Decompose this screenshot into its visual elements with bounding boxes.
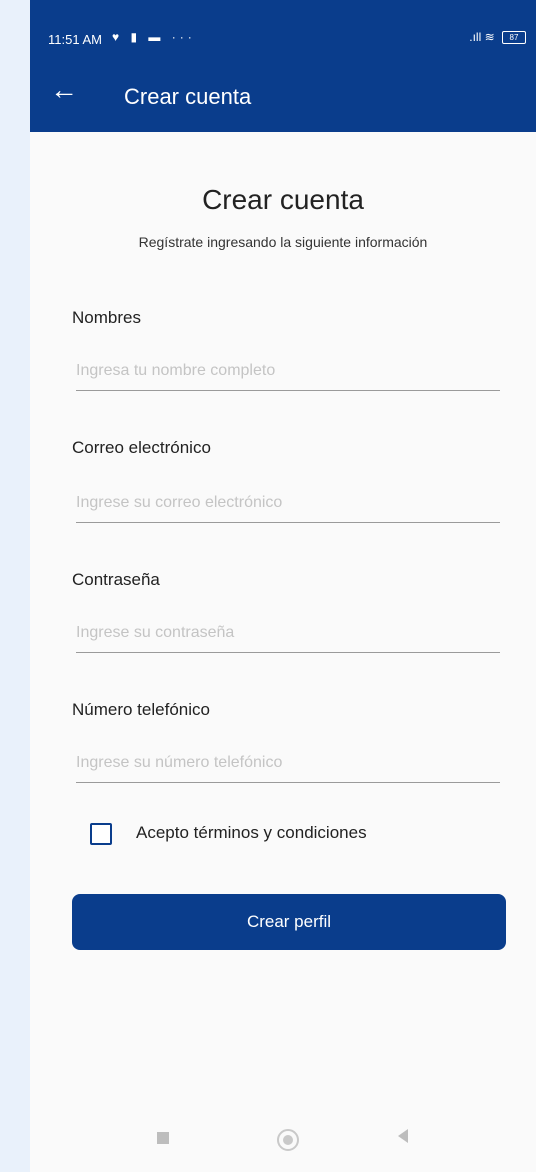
phone-label: Número telefónico (72, 700, 210, 719)
status-bar: 11:51 AM ♥ ▮ ▬ ··· .ıll ≋ 87 (30, 0, 536, 54)
notification-icons: ♥ ▮ ▬ ··· (112, 30, 196, 44)
create-profile-button[interactable]: Crear perfil (72, 894, 506, 950)
terms-row: Acepto términos y condiciones (90, 820, 510, 850)
name-label: Nombres (72, 308, 141, 327)
page-subtitle: Regístrate ingresando la siguiente infor… (138, 234, 428, 250)
password-input[interactable] (76, 618, 500, 653)
name-input[interactable] (76, 356, 500, 391)
email-input[interactable] (76, 488, 500, 523)
signal-icon: .ıll (469, 30, 482, 44)
terms-label[interactable]: Acepto términos y condiciones (136, 823, 367, 843)
status-time: 11:51 AM (48, 32, 102, 47)
phone-screen: 11:51 AM ♥ ▮ ▬ ··· .ıll ≋ 87 ← Crear cue… (30, 0, 536, 1172)
terms-checkbox[interactable] (90, 823, 112, 845)
circle-icon[interactable] (277, 1129, 299, 1151)
page-title: Crear cuenta (202, 184, 364, 215)
email-label: Correo electrónico (72, 438, 211, 457)
system-nav-bar (30, 1112, 536, 1172)
phone-input[interactable] (76, 748, 500, 783)
password-label: Contraseña (72, 570, 160, 589)
back-arrow-icon[interactable]: ← (50, 76, 78, 104)
square-icon[interactable] (157, 1132, 169, 1144)
wifi-icon: ≋ (484, 30, 495, 44)
form-container: Crear cuenta Regístrate ingresando la si… (30, 132, 536, 1112)
battery-icon: 87 (502, 31, 526, 45)
app-bar: ← Crear cuenta (30, 54, 536, 132)
status-right: .ıll ≋ 87 (469, 30, 526, 45)
triangle-left-icon[interactable] (398, 1129, 408, 1143)
app-bar-title: Crear cuenta (124, 84, 252, 109)
